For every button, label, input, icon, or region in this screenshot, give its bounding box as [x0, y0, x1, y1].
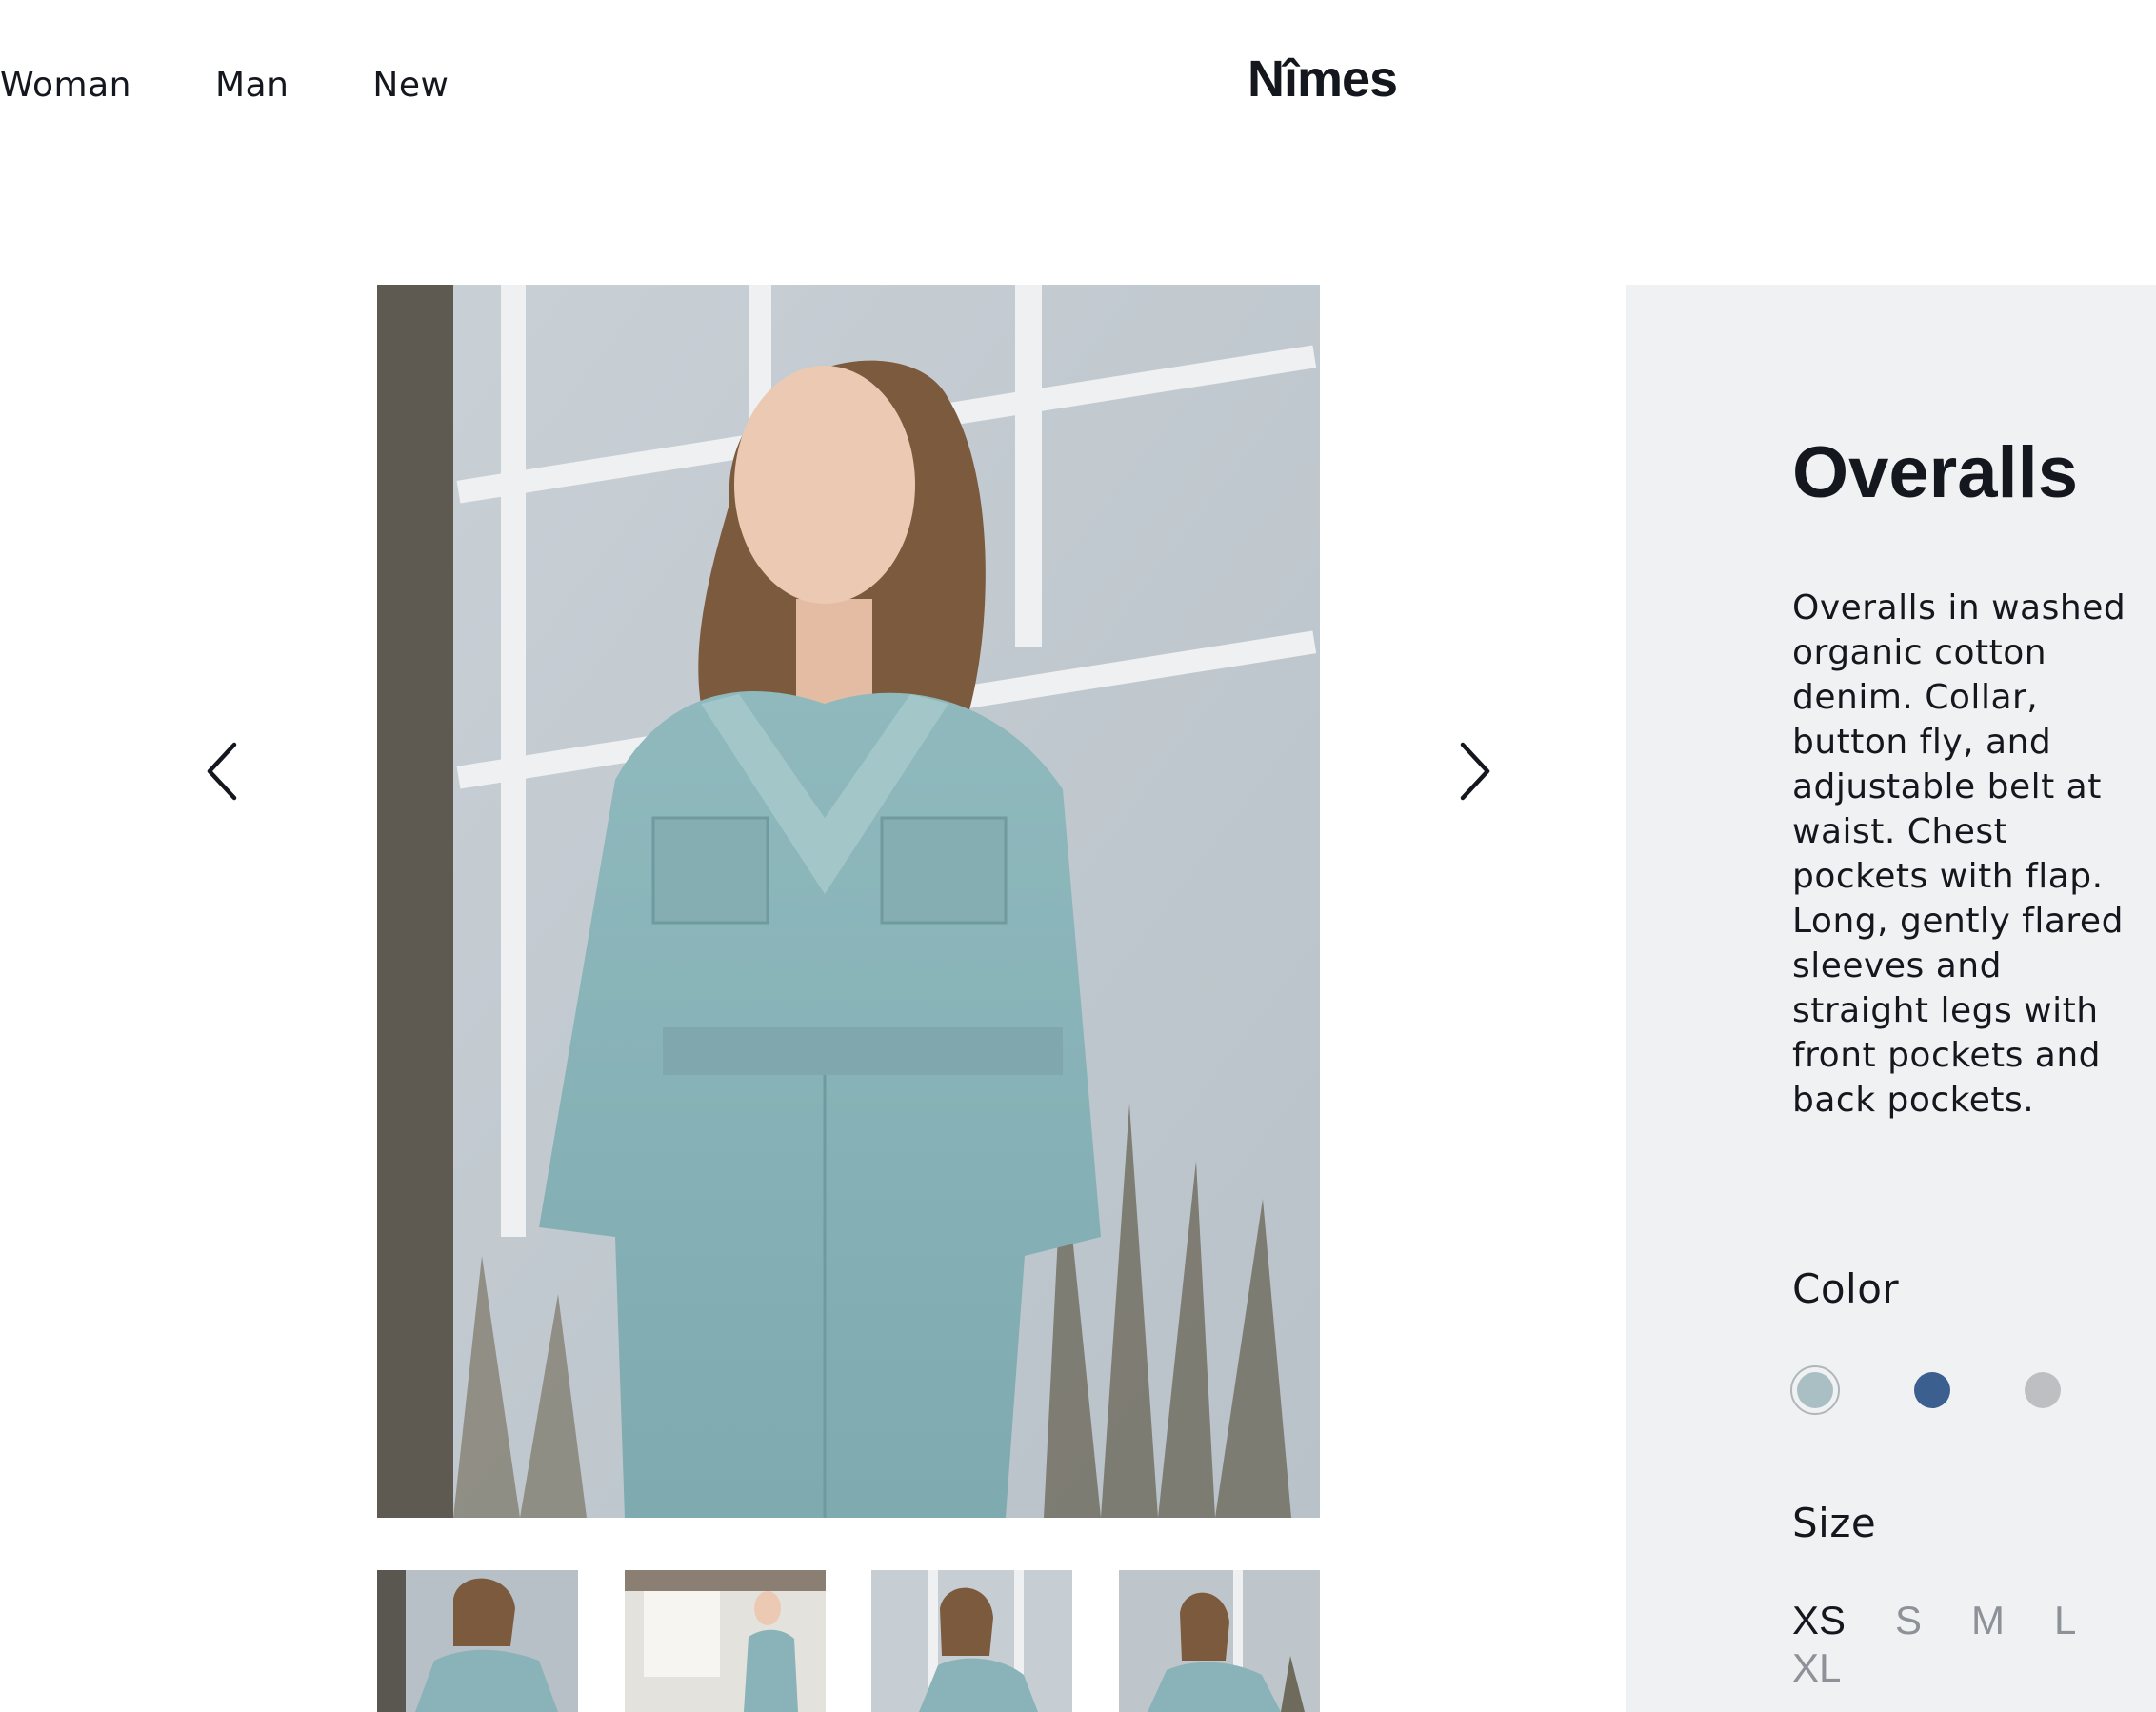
size-option-l[interactable]: L	[2054, 1597, 2076, 1644]
thumbnail-1[interactable]	[377, 1570, 578, 1712]
thumbnail-2[interactable]	[624, 1570, 826, 1712]
product-description: Overalls in washed organic cotton denim.…	[1792, 588, 2126, 1120]
nav-new-link[interactable]: New	[372, 57, 449, 114]
nav-man-link[interactable]: Man	[215, 57, 289, 114]
next-image-button[interactable]	[1446, 733, 1503, 809]
product-title: Overalls	[1792, 432, 2078, 513]
main-nav: Woman Man New	[0, 57, 449, 114]
color-swatch-3[interactable]	[2025, 1372, 2061, 1408]
size-option-s[interactable]: S	[1895, 1597, 1922, 1644]
product-page: Woman Man New Nîmes Overalls Overalls in…	[0, 0, 2156, 1712]
thumbnail-4[interactable]	[1118, 1570, 1320, 1712]
thumbnail-3[interactable]	[871, 1570, 1073, 1712]
brand-logo[interactable]: Nîmes	[1248, 46, 1398, 112]
color-swatch-1[interactable]	[1790, 1365, 1840, 1415]
chevron-right-icon	[1460, 742, 1490, 801]
main-product-image	[377, 285, 1320, 1518]
color-swatches	[1790, 1365, 2135, 1415]
previous-image-button[interactable]	[194, 733, 251, 809]
thumbnail-strip	[377, 1570, 1320, 1712]
color-swatch-2[interactable]	[1914, 1372, 1950, 1408]
size-label: Size	[1792, 1500, 1877, 1546]
size-option-m[interactable]: M	[1971, 1597, 2005, 1644]
size-option-xs[interactable]: XS	[1792, 1597, 1846, 1644]
size-option-xl[interactable]: XL	[1792, 1644, 1841, 1692]
nav-woman-link[interactable]: Woman	[0, 57, 131, 114]
chevron-left-icon	[207, 742, 237, 801]
product-info-panel: Overalls Overalls in washed organic cott…	[1626, 285, 2156, 1712]
size-options: XS S M L XL	[1792, 1597, 2135, 1692]
color-label: Color	[1792, 1265, 1900, 1312]
